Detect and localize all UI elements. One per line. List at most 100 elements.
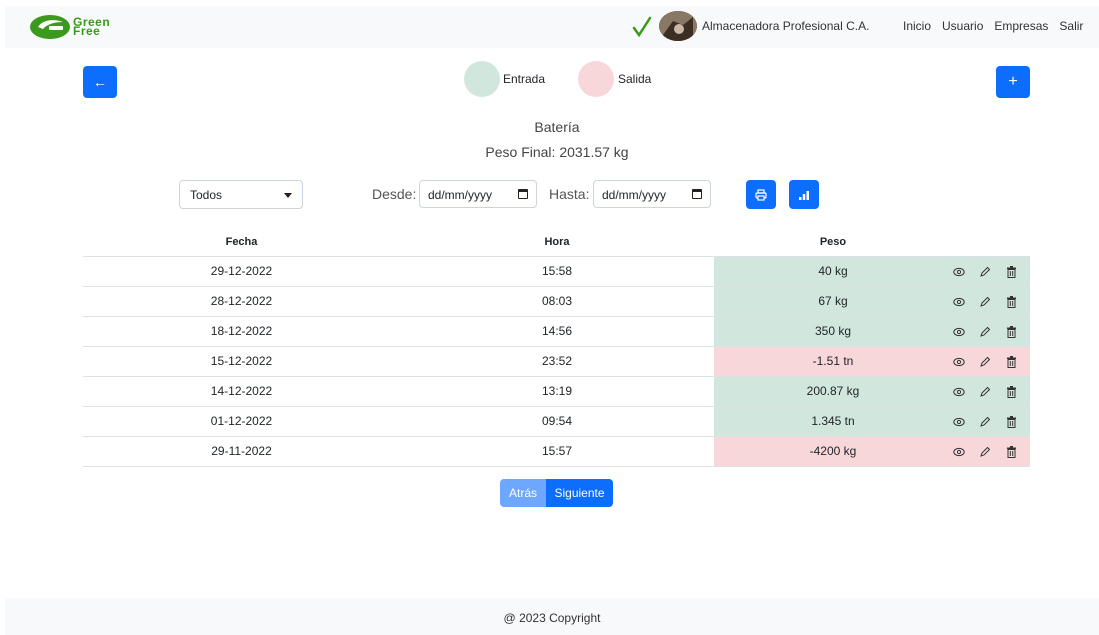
bar-chart-icon	[799, 190, 809, 200]
legend-salida-swatch	[578, 61, 614, 97]
calendar-icon[interactable]	[518, 189, 528, 199]
cell-hora: 15:57	[541, 444, 573, 458]
desde-label: Desde:	[372, 186, 417, 202]
type-select[interactable]: Todos	[179, 180, 303, 209]
cell-fecha: 15-12-2022	[210, 354, 273, 368]
row-actions	[952, 317, 1030, 346]
eye-icon[interactable]	[952, 445, 966, 459]
print-button[interactable]	[746, 180, 776, 209]
eye-icon[interactable]	[952, 355, 966, 369]
eye-icon[interactable]	[952, 385, 966, 399]
table-row: 29-11-2022 15:57 -4200 kg	[83, 437, 1030, 467]
pencil-icon[interactable]	[978, 355, 992, 369]
type-select-value: Todos	[190, 188, 223, 202]
nav-inicio[interactable]: Inicio	[903, 19, 931, 33]
table-header: Fecha Hora Peso	[83, 228, 1030, 257]
eye-icon[interactable]	[952, 295, 966, 309]
row-actions	[952, 377, 1030, 406]
cell-peso: -1.51 tn	[714, 347, 952, 376]
cell-peso: 40 kg	[714, 257, 952, 286]
trash-icon[interactable]	[1004, 445, 1018, 459]
hasta-date-value: dd/mm/yyyy	[602, 188, 667, 202]
header-hora: Hora	[544, 236, 570, 248]
footer: @ 2023 Copyright	[5, 598, 1099, 635]
desde-date-value: dd/mm/yyyy	[428, 188, 493, 202]
printer-icon	[755, 188, 767, 201]
header-fecha: Fecha	[225, 236, 258, 248]
copyright-text: @ 2023 Copyright	[503, 611, 601, 625]
prev-page-button[interactable]: Atrás	[500, 479, 546, 507]
legend-entrada-label: Entrada	[503, 72, 546, 86]
cell-hora: 09:54	[541, 414, 573, 428]
eye-icon[interactable]	[952, 325, 966, 339]
cell-peso: 350 kg	[714, 317, 952, 346]
pencil-icon[interactable]	[978, 295, 992, 309]
cell-fecha: 18-12-2022	[210, 324, 273, 338]
pagination: Atrás Siguiente	[500, 479, 613, 507]
row-actions	[952, 257, 1030, 286]
pencil-icon[interactable]	[978, 415, 992, 429]
trash-icon[interactable]	[1004, 385, 1018, 399]
row-actions	[952, 407, 1030, 436]
row-actions	[952, 347, 1030, 376]
cell-fecha: 29-12-2022	[210, 264, 273, 278]
company-name: Almacenadora Profesional C.A.	[702, 19, 870, 33]
cell-peso: 67 kg	[714, 287, 952, 316]
table-row: 29-12-2022 15:58 40 kg	[83, 257, 1030, 287]
cell-hora: 23:52	[541, 354, 573, 368]
navbar: Green Free Almacenadora Profesional C.A.…	[5, 6, 1099, 48]
table-body: 29-12-2022 15:58 40 kg 28-12-2022 08:03 67 kg…	[83, 257, 1030, 467]
header-peso: Peso	[819, 236, 847, 248]
cell-peso: 1.345 tn	[714, 407, 952, 436]
peso-final: Peso Final: 2031.57 kg	[485, 144, 629, 160]
brand-text: Green Free	[73, 15, 111, 38]
brand-logo[interactable]: Green Free	[29, 13, 139, 41]
eye-icon[interactable]	[952, 265, 966, 279]
table-row: 15-12-2022 23:52 -1.51 tn	[83, 347, 1030, 377]
cell-fecha: 01-12-2022	[210, 414, 273, 428]
table-row: 14-12-2022 13:19 200.87 kg	[83, 377, 1030, 407]
row-actions	[952, 437, 1030, 466]
nav-empresas[interactable]: Empresas	[994, 19, 1048, 33]
legend-entrada-swatch	[464, 61, 500, 97]
cell-fecha: 28-12-2022	[210, 294, 273, 308]
page-title: Batería	[534, 119, 580, 135]
caret-down-icon	[284, 193, 292, 198]
header-actions	[952, 228, 1030, 256]
cell-hora: 08:03	[541, 294, 573, 308]
cell-hora: 15:58	[541, 264, 573, 278]
hasta-date-input[interactable]: dd/mm/yyyy	[593, 180, 711, 208]
table-row: 18-12-2022 14:56 350 kg	[83, 317, 1030, 347]
add-button[interactable]: +	[996, 66, 1030, 98]
pencil-icon[interactable]	[978, 265, 992, 279]
eye-icon[interactable]	[952, 415, 966, 429]
records-table: Fecha Hora Peso 29-12-2022 15:58 40 kg 28-1…	[83, 228, 1030, 467]
desde-date-input[interactable]: dd/mm/yyyy	[419, 180, 537, 208]
arrow-left-icon: ←	[93, 74, 107, 90]
calendar-icon[interactable]	[692, 189, 702, 199]
cell-peso: 200.87 kg	[714, 377, 952, 406]
table-row: 28-12-2022 08:03 67 kg	[83, 287, 1030, 317]
table-row: 01-12-2022 09:54 1.345 tn	[83, 407, 1030, 437]
plus-icon: +	[1008, 73, 1018, 90]
pencil-icon[interactable]	[978, 385, 992, 399]
trash-icon[interactable]	[1004, 355, 1018, 369]
next-page-button[interactable]: Siguiente	[546, 479, 613, 507]
trash-icon[interactable]	[1004, 265, 1018, 279]
pencil-icon[interactable]	[978, 445, 992, 459]
cell-hora: 14:56	[541, 324, 573, 338]
row-actions	[952, 287, 1030, 316]
nav-salir[interactable]: Salir	[1059, 19, 1083, 33]
trash-icon[interactable]	[1004, 415, 1018, 429]
pencil-icon[interactable]	[978, 325, 992, 339]
chart-button[interactable]	[789, 180, 819, 209]
company-avatar	[659, 11, 697, 41]
nav-usuario[interactable]: Usuario	[942, 19, 983, 33]
back-button[interactable]: ←	[83, 66, 117, 98]
nav-links: Inicio Usuario Empresas Salir	[903, 19, 1083, 33]
trash-icon[interactable]	[1004, 325, 1018, 339]
cell-fecha: 14-12-2022	[210, 384, 273, 398]
cell-hora: 13:19	[541, 384, 573, 398]
trash-icon[interactable]	[1004, 295, 1018, 309]
check-icon	[632, 16, 652, 38]
